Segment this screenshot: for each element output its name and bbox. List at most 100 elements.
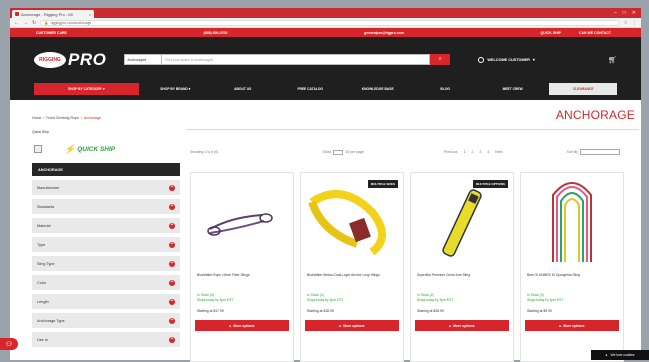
pagination-next[interactable]: Next (495, 150, 502, 154)
contact-link[interactable]: CAN WE CONTACT (579, 31, 611, 35)
forward-icon[interactable]: → (23, 20, 28, 26)
truck-icon: ⚡ (64, 143, 76, 154)
site-logo[interactable]: RIGGING PRO (34, 50, 106, 70)
nav-free-catalog[interactable]: FREE CATALOG (279, 83, 340, 95)
filter-use-in[interactable]: Use In + (32, 332, 180, 347)
more-options-button[interactable]: ▸ More options (415, 320, 509, 331)
maximize-icon[interactable]: □ (623, 10, 626, 16)
product-image[interactable] (521, 173, 623, 271)
cookie-notice[interactable]: ● We love cookies (591, 350, 649, 360)
user-icon (478, 56, 485, 63)
minimize-icon[interactable]: – (614, 10, 617, 16)
title-divider (186, 129, 639, 130)
cross-arm-sling-image (442, 189, 482, 257)
breadcrumb-sep: / (43, 116, 45, 120)
chat-button[interactable]: 💬︎ (0, 338, 18, 350)
site-header: RIGGING PRO Anchorage ▾ Find your spare … (10, 37, 641, 82)
plus-icon: + (169, 279, 175, 286)
filter-type[interactable]: Type + (32, 237, 180, 252)
nav-knowledge-base[interactable]: KNOWLEDGE BASE (347, 83, 408, 95)
search-category-select[interactable]: Anchorage ▾ (124, 54, 163, 65)
product-image[interactable]: MULTIPLE OPTIONS (411, 173, 513, 271)
product-name[interactable]: Best Of UNMEK Di Spungelna Sling (527, 273, 617, 287)
email-link[interactable]: generalpro@rigpro.com (364, 31, 404, 35)
nav-contact[interactable]: MEET CREW (482, 83, 543, 95)
filter-standards[interactable]: Standards + (32, 199, 180, 214)
pagination-page[interactable]: 2 (471, 150, 473, 154)
plus-icon: + (169, 184, 175, 191)
filter-label: Standards (37, 204, 55, 209)
search-category-value: Anchorage (127, 57, 145, 62)
browser-tab[interactable]: Anchorage - Rigging Pro - Mi x (12, 10, 94, 18)
filter-material[interactable]: Material + (32, 218, 180, 233)
plus-icon: + (169, 241, 175, 248)
stock-status: In Stock (5) (197, 293, 214, 297)
menu-icon[interactable]: ⋮ (632, 20, 637, 26)
nav-blog[interactable]: BLOG (414, 83, 475, 95)
product-name[interactable]: SuperBar Premium Cross-Arm Sling (417, 273, 507, 287)
chevron-down-icon: ▾ (532, 58, 535, 62)
sort-select[interactable] (580, 149, 620, 155)
pagination-page[interactable]: 1 (463, 150, 465, 154)
pagination-page[interactable]: 3 (479, 150, 481, 154)
star-icon[interactable]: ☆ (624, 20, 628, 26)
logo-text: PRO (68, 49, 107, 69)
per-page-select[interactable] (333, 149, 344, 155)
product-card[interactable]: BlueWater Rope 10mm Fiber Slings In Stoc… (190, 172, 294, 362)
rope-sling-image (207, 213, 273, 236)
quick-ship-logo-text: QUICK SHIP (77, 145, 116, 153)
nav-about-us[interactable]: ABOUT US (212, 83, 273, 95)
product-name[interactable]: BlueWater Rope 10mm Fiber Slings (197, 273, 287, 287)
chevron-down-icon: ▾ (144, 57, 147, 62)
pagination: Previous 1 2 3 4 Next (444, 150, 503, 154)
search-input[interactable]: Find your spare to Anchorages (162, 54, 431, 65)
sidebar-heading: ANCHORAGE (32, 163, 180, 176)
product-card[interactable]: MULTIPLE OPTIONS SuperBar Premium Cross-… (410, 172, 514, 362)
per-page-control: Show 15 per page (322, 149, 364, 155)
address-bar[interactable]: 🔒 riggingpro.com/anchorage (40, 19, 620, 26)
filter-label: Length (37, 299, 49, 304)
breadcrumb-home[interactable]: Home (32, 116, 41, 120)
pagination-page[interactable]: 4 (487, 150, 489, 154)
filter-manufacturer[interactable]: Manufacturer + (32, 180, 180, 195)
close-window-icon[interactable]: ✕ (632, 10, 636, 16)
phone-link[interactable]: (888) 000-0700 (204, 31, 228, 35)
ship-note: Ships today by 3pm EST (527, 298, 564, 302)
customer-care-link[interactable]: CUSTOMER CARE (36, 31, 67, 35)
web-sling-image (308, 190, 386, 256)
nav-shop-by-category[interactable]: SHOP BY CATEGORY ▾ (34, 83, 139, 95)
quick-ship-link[interactable]: QUICK SHIP (541, 31, 561, 35)
nav-shop-by-brand[interactable]: SHOP BY BRAND ▾ (145, 83, 206, 95)
nav-clearance[interactable]: CLEARANCE (549, 83, 618, 95)
tab-close-icon[interactable]: x (89, 12, 91, 17)
product-name[interactable]: BlueWater Webco Dual-Layer Anchor Loop S… (307, 273, 397, 287)
search-button[interactable]: ⌕ (430, 54, 451, 65)
filter-length[interactable]: Length + (32, 294, 180, 309)
pagination-prev[interactable]: Previous (444, 150, 458, 154)
product-image[interactable] (191, 173, 293, 271)
cart-icon[interactable]: 🛒︎ (608, 56, 617, 64)
filter-color[interactable]: Color + (32, 275, 180, 290)
filter-anchorage-type[interactable]: Anchorage Type + (32, 313, 180, 328)
product-card[interactable]: Best Of UNMEK Di Spungelna Sling In Stoc… (520, 172, 624, 362)
filter-sling-type[interactable]: Sling Type + (32, 256, 180, 271)
more-options-button[interactable]: ▸ More options (305, 320, 399, 331)
product-card[interactable]: MULTIPLE SIZES BlueWater Webco Dual-Laye… (300, 172, 404, 362)
more-options-button[interactable]: ▸ More options (195, 320, 289, 331)
product-badge: MULTIPLE OPTIONS (472, 180, 508, 188)
breadcrumb-parent[interactable]: Fixed Climbing Rope (46, 116, 79, 120)
plus-icon: + (169, 336, 175, 343)
more-options-label: More options (233, 323, 255, 328)
account-menu[interactable]: WELCOME CUSTOMER ▾ (478, 56, 535, 63)
search-icon: ⌕ (438, 56, 443, 62)
favicon-icon (15, 12, 19, 16)
back-icon[interactable]: ← (14, 20, 19, 26)
lock-icon: 🔒 (44, 20, 49, 25)
product-image[interactable]: MULTIPLE SIZES (301, 173, 403, 271)
filter-label: Type (37, 242, 46, 247)
more-options-button[interactable]: ▸ More options (525, 320, 619, 331)
product-grid: BlueWater Rope 10mm Fiber Slings In Stoc… (190, 172, 624, 362)
reload-icon[interactable]: ↻ (32, 20, 36, 26)
plus-icon: + (169, 260, 175, 267)
quick-ship-checkbox[interactable] (34, 145, 42, 153)
